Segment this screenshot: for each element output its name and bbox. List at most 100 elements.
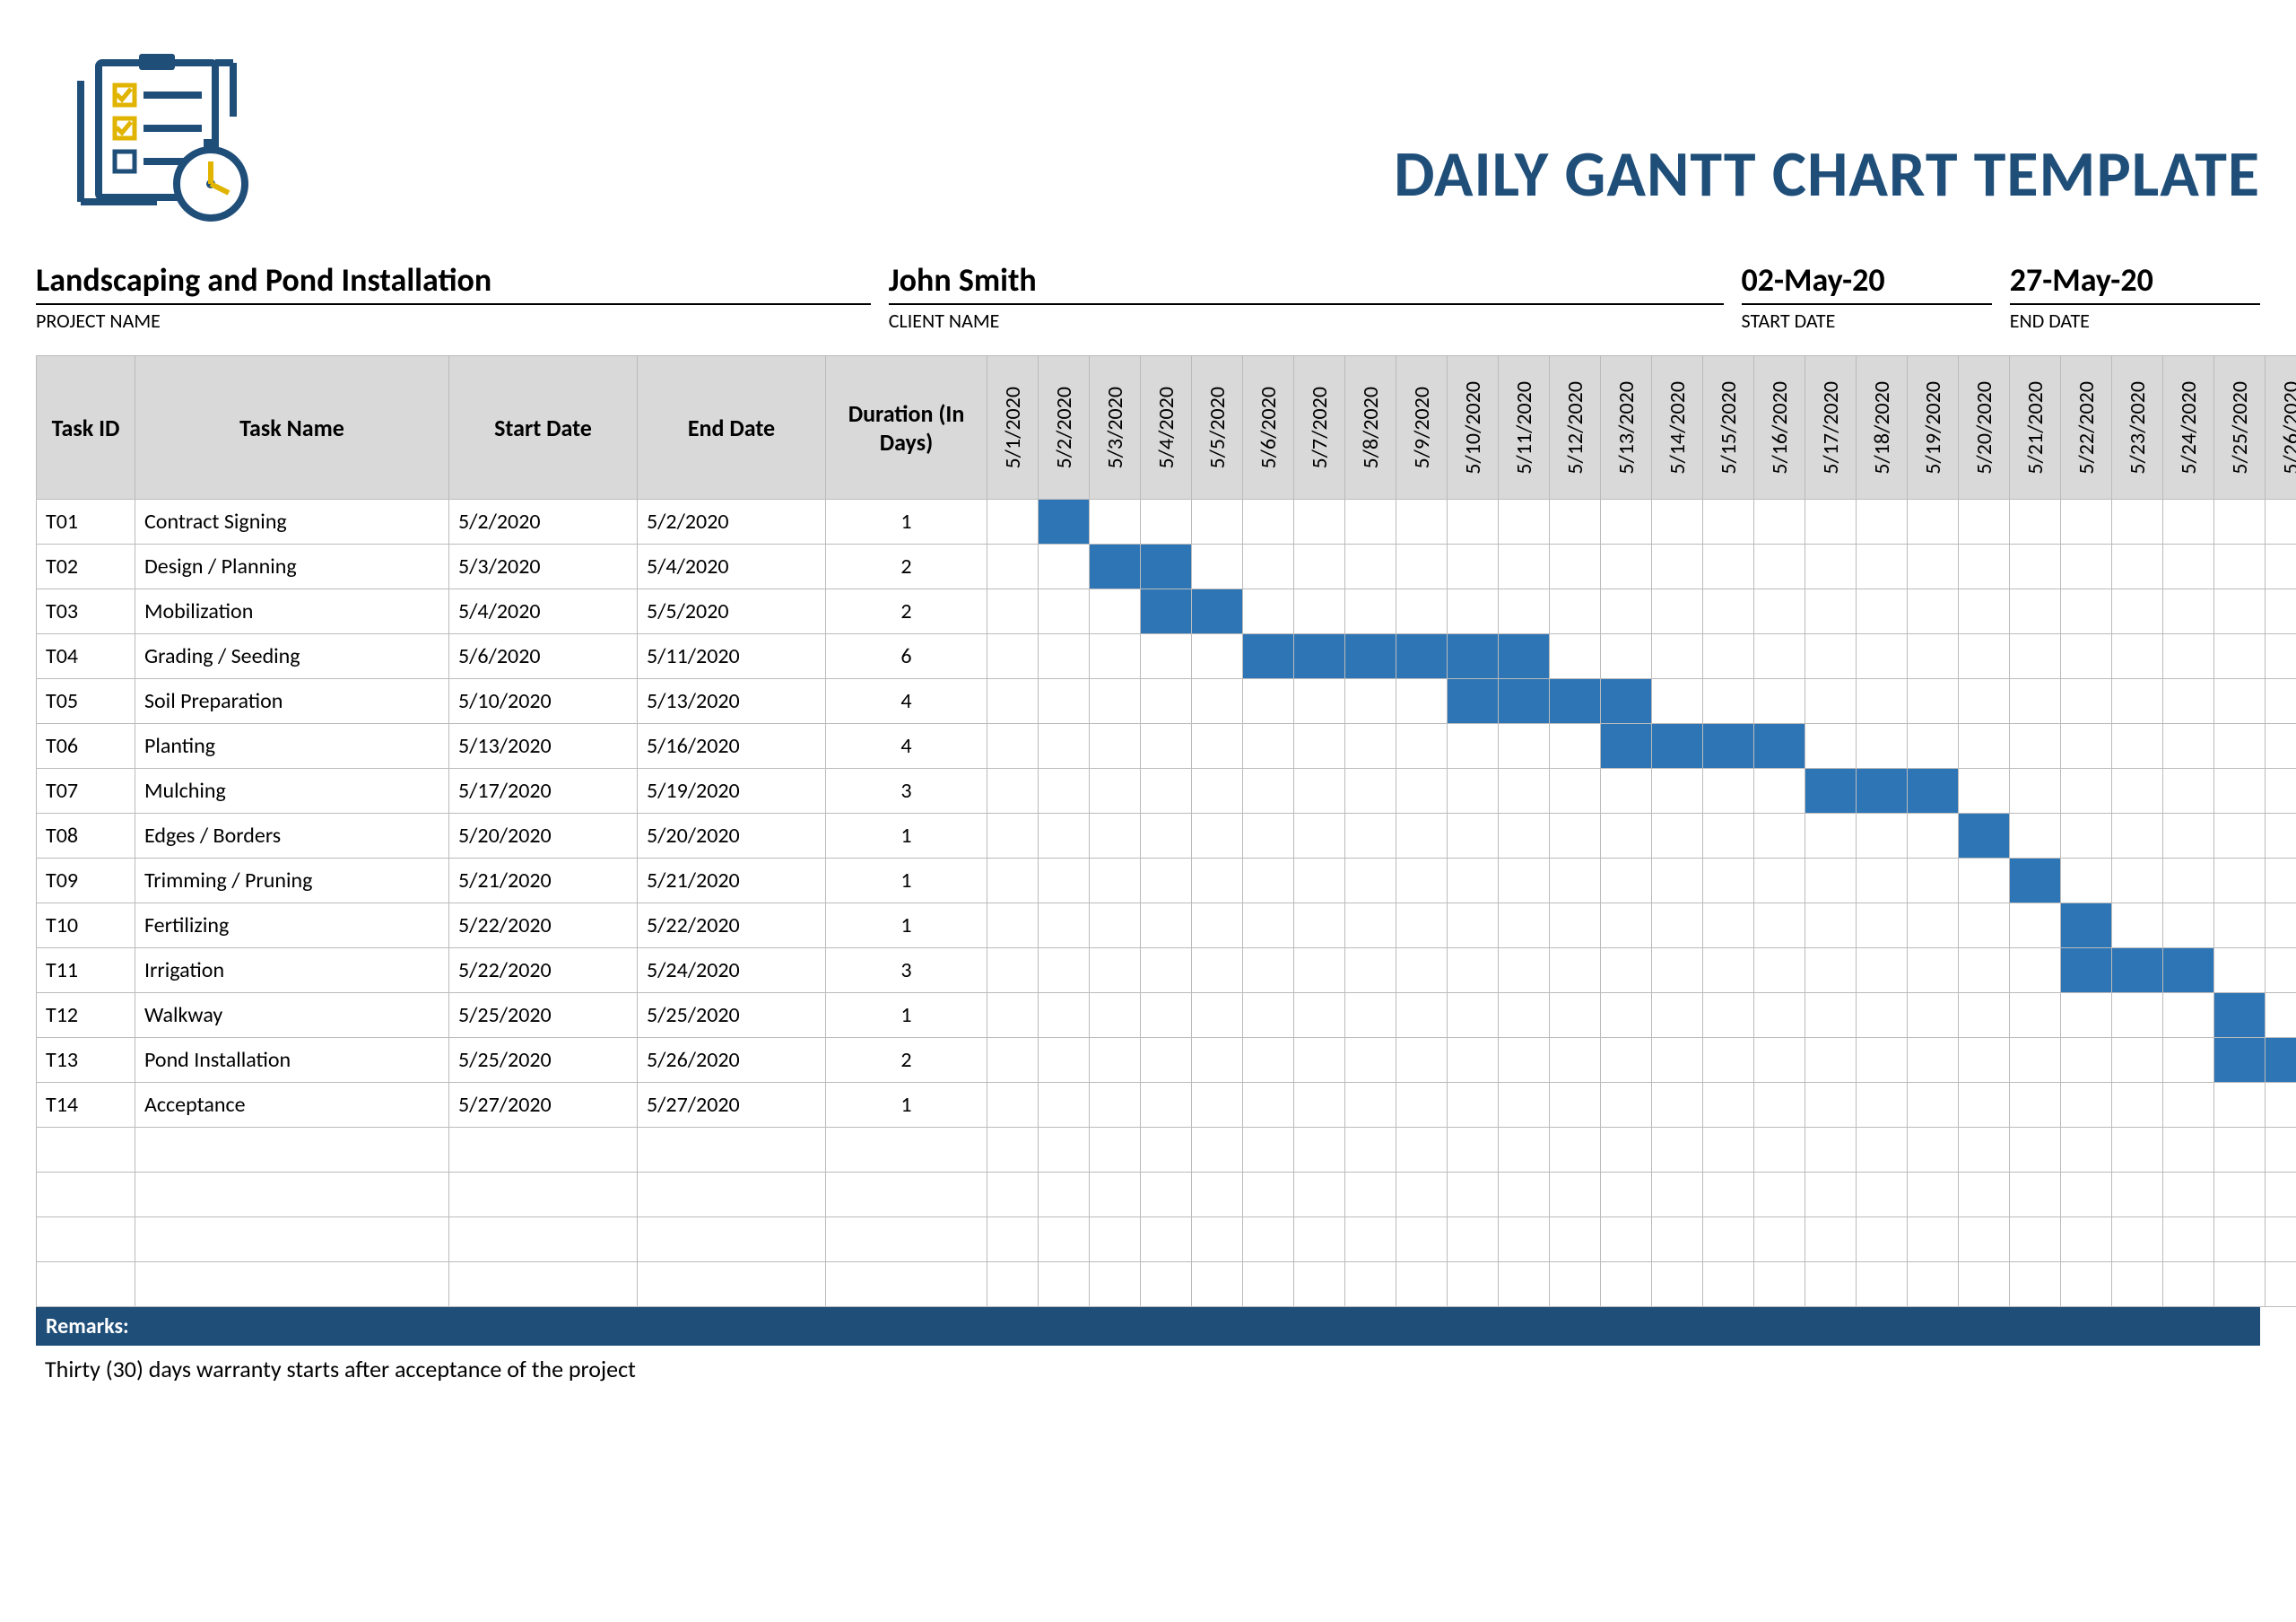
gantt-cell[interactable] [1857,500,1908,545]
empty-cell[interactable] [1090,1262,1141,1307]
gantt-cell[interactable] [2010,948,2061,993]
gantt-cell[interactable] [1805,545,1857,589]
gantt-cell[interactable] [1396,500,1448,545]
gantt-cell[interactable] [1294,814,1345,859]
empty-cell[interactable] [2163,1262,2214,1307]
gantt-cell[interactable] [2112,1083,2163,1128]
empty-cell[interactable] [2010,1173,2061,1217]
empty-cell[interactable] [1754,1128,1805,1173]
empty-cell[interactable] [987,1262,1039,1307]
empty-cell[interactable] [2266,1128,2296,1173]
gantt-cell[interactable] [1141,814,1192,859]
gantt-cell[interactable] [1857,634,1908,679]
gantt-cell[interactable] [1754,500,1805,545]
gantt-cell[interactable] [1294,769,1345,814]
empty-cell[interactable] [2266,1217,2296,1262]
empty-cell[interactable] [1294,1217,1345,1262]
gantt-cell[interactable] [2214,679,2266,724]
gantt-cell[interactable] [1908,859,1959,903]
gantt-cell[interactable] [1857,948,1908,993]
gantt-cell[interactable] [1908,1083,1959,1128]
gantt-cell[interactable] [2163,769,2214,814]
gantt-cell[interactable] [1243,948,1294,993]
cell-end-date[interactable]: 5/22/2020 [638,903,826,948]
gantt-cell[interactable] [1703,545,1754,589]
gantt-cell[interactable] [2266,545,2296,589]
gantt-cell[interactable] [1039,545,1090,589]
gantt-cell[interactable] [2214,1083,2266,1128]
gantt-cell[interactable] [2214,814,2266,859]
gantt-cell[interactable] [1448,859,1499,903]
cell-task-id[interactable]: T07 [37,769,135,814]
empty-cell[interactable] [1959,1173,2010,1217]
cell-task-id[interactable]: T03 [37,589,135,634]
gantt-cell[interactable] [1499,500,1550,545]
gantt-cell[interactable] [1959,1038,2010,1083]
gantt-cell[interactable] [1754,903,1805,948]
gantt-cell[interactable] [2266,993,2296,1038]
cell-task-id[interactable]: T11 [37,948,135,993]
gantt-cell[interactable] [1857,859,1908,903]
gantt-cell[interactable] [2163,1083,2214,1128]
gantt-cell[interactable] [1192,500,1243,545]
gantt-cell[interactable] [2266,814,2296,859]
gantt-cell[interactable] [987,724,1039,769]
gantt-cell[interactable] [1652,1038,1703,1083]
table-row[interactable]: T12Walkway5/25/20205/25/20201 [37,993,2296,1038]
empty-cell[interactable] [1396,1173,1448,1217]
gantt-cell[interactable] [1345,1038,1396,1083]
gantt-cell[interactable] [1959,679,2010,724]
cell-start-date[interactable]: 5/25/2020 [449,993,638,1038]
empty-cell[interactable] [1141,1173,1192,1217]
gantt-cell[interactable] [1550,903,1601,948]
gantt-cell[interactable] [1243,1038,1294,1083]
gantt-cell[interactable] [1908,814,1959,859]
empty-cell[interactable] [1805,1217,1857,1262]
gantt-cell[interactable] [1039,589,1090,634]
empty-cell[interactable] [135,1128,449,1173]
empty-cell[interactable] [2163,1128,2214,1173]
gantt-cell[interactable] [2266,769,2296,814]
table-row[interactable]: T11Irrigation5/22/20205/24/20203 [37,948,2296,993]
gantt-cell[interactable] [1141,948,1192,993]
empty-cell[interactable] [1703,1262,1754,1307]
empty-cell[interactable] [1550,1173,1601,1217]
empty-cell[interactable] [2112,1217,2163,1262]
cell-duration[interactable]: 1 [826,903,987,948]
project-name-value[interactable]: Landscaping and Pond Installation [36,260,871,305]
gantt-cell[interactable] [1090,724,1141,769]
empty-cell[interactable] [987,1173,1039,1217]
gantt-cell[interactable] [1959,993,2010,1038]
gantt-cell[interactable] [1090,993,1141,1038]
gantt-cell[interactable] [2112,679,2163,724]
gantt-cell[interactable] [1703,769,1754,814]
empty-cell[interactable] [1192,1217,1243,1262]
cell-task-id[interactable]: T04 [37,634,135,679]
empty-cell[interactable] [1805,1262,1857,1307]
gantt-cell[interactable] [2266,859,2296,903]
empty-cell[interactable] [1141,1262,1192,1307]
gantt-cell[interactable] [987,545,1039,589]
client-name-value[interactable]: John Smith [889,260,1724,305]
cell-task-id[interactable]: T13 [37,1038,135,1083]
gantt-cell[interactable] [1959,634,2010,679]
empty-cell[interactable] [1652,1128,1703,1173]
gantt-cell[interactable] [2112,545,2163,589]
gantt-cell[interactable] [1550,500,1601,545]
gantt-cell[interactable] [1601,724,1652,769]
gantt-cell[interactable] [1345,1083,1396,1128]
gantt-cell[interactable] [1499,769,1550,814]
gantt-cell[interactable] [2112,769,2163,814]
gantt-cell[interactable] [1652,724,1703,769]
cell-duration[interactable]: 2 [826,589,987,634]
empty-cell[interactable] [1652,1262,1703,1307]
gantt-cell[interactable] [1601,903,1652,948]
gantt-cell[interactable] [1857,903,1908,948]
gantt-cell[interactable] [1959,724,2010,769]
empty-cell[interactable] [449,1217,638,1262]
gantt-cell[interactable] [1857,769,1908,814]
gantt-cell[interactable] [2266,589,2296,634]
gantt-cell[interactable] [1039,769,1090,814]
gantt-cell[interactable] [987,993,1039,1038]
gantt-cell[interactable] [1243,1083,1294,1128]
